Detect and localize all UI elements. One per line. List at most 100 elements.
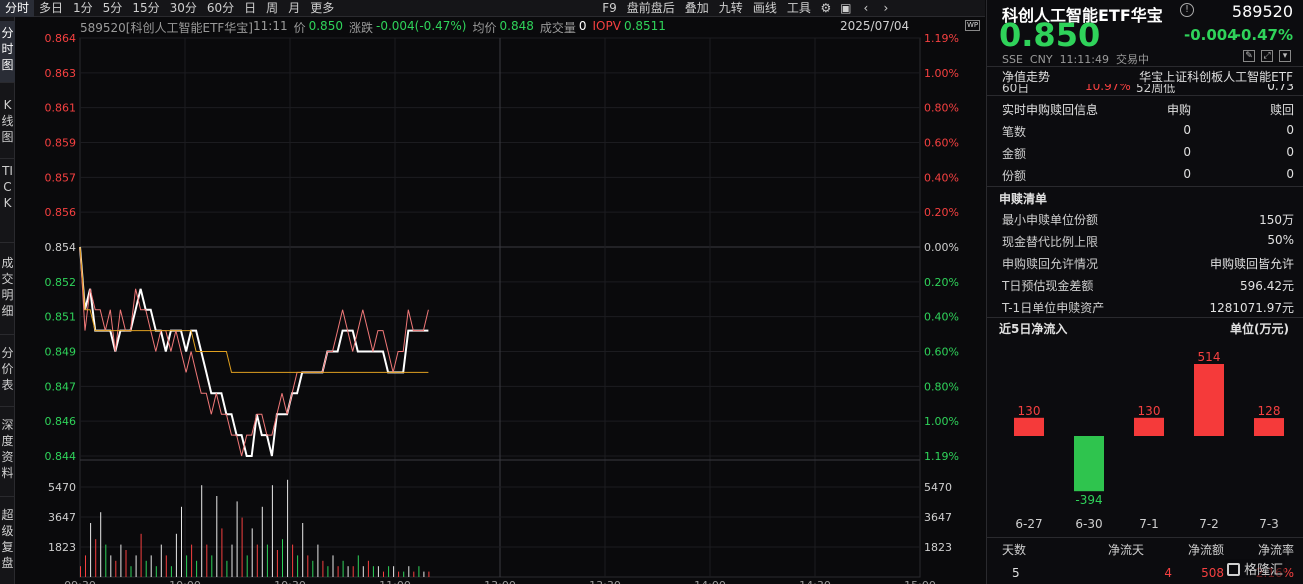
volume-bar xyxy=(372,566,374,577)
pct-tick-label: 0.20% xyxy=(924,206,959,219)
iopv-label: IOPV xyxy=(592,19,621,33)
tab-week[interactable]: 周 xyxy=(261,0,283,17)
volume-bar xyxy=(357,555,359,577)
volume-bar xyxy=(105,544,107,577)
edit-icon[interactable]: ✎ xyxy=(1243,50,1255,62)
tab-more[interactable]: 更多 xyxy=(305,0,339,17)
pct-tick-label: 1.00% xyxy=(924,67,959,80)
inflow-bar xyxy=(1074,436,1104,492)
info-icon[interactable]: ! xyxy=(1180,3,1194,17)
avg-label: 均价 xyxy=(472,21,497,35)
volume-bar xyxy=(191,544,193,577)
avg-price-line xyxy=(79,246,429,373)
subscription-header: 实时申购赎回信息 申购 赎回 xyxy=(987,97,1303,119)
inflow-value-label: 514 xyxy=(1198,350,1221,364)
row-label: 笔数 xyxy=(1002,125,1027,139)
volume-bar xyxy=(100,512,102,577)
volume-bar xyxy=(211,555,213,577)
volume-bar xyxy=(241,517,243,577)
partial-row: 60日 10.97% 52周低 0.73 xyxy=(987,84,1303,93)
premarket-button[interactable]: 盘前盘后 xyxy=(622,0,680,17)
volume-bar xyxy=(181,506,182,577)
volume-bar xyxy=(226,560,228,577)
volume-bar xyxy=(292,544,294,577)
chevron-right-icon[interactable]: › xyxy=(876,1,896,15)
volume-bar xyxy=(160,544,162,577)
volume-bar xyxy=(317,544,319,577)
quote-change-pct: -0.47% xyxy=(1234,26,1293,44)
volume-tick-label: 1823 xyxy=(924,541,952,554)
volume-bar xyxy=(332,555,334,577)
volume-bar xyxy=(342,560,344,577)
partial-row-label2: 52周低 xyxy=(1136,84,1176,93)
layout-icon[interactable]: ▣ xyxy=(836,1,856,15)
list-label: T-1日单位申赎资产 xyxy=(1002,301,1105,315)
time-tick-label: 09:30 xyxy=(64,579,96,584)
col-subscribe: 申购 xyxy=(1166,103,1191,117)
price-tick-label: 0.861 xyxy=(45,102,77,115)
tab-month[interactable]: 月 xyxy=(283,0,305,17)
wp-badge[interactable]: WP xyxy=(965,20,981,31)
volume-bar xyxy=(206,544,208,577)
inflow-value-label: -394 xyxy=(1075,493,1102,507)
currency: CNY xyxy=(1029,53,1053,66)
volume-bar xyxy=(287,479,289,577)
volume-bar xyxy=(423,571,425,577)
inflow-value-label: 130 xyxy=(1018,404,1041,418)
header-days-inflow: 净流天 xyxy=(1107,543,1144,557)
time-tick-label: 11:00 xyxy=(379,579,411,584)
volume-bar xyxy=(175,533,177,577)
volume-bar xyxy=(246,555,248,577)
intraday-chart[interactable]: 0.864 1.19% 0.863 1.00% 0.861 0.80% 0.859 0.60%… xyxy=(0,17,985,584)
volume-bar xyxy=(231,544,233,577)
draw-line-button[interactable]: 画线 xyxy=(748,0,782,17)
volume-tick-label: 5470 xyxy=(48,481,76,494)
row-days: 5 xyxy=(1012,566,1020,580)
nine-turn-button[interactable]: 九转 xyxy=(714,0,748,17)
tab-day[interactable]: 日 xyxy=(239,0,261,17)
list-title: 申赎清单 xyxy=(999,192,1048,206)
inflow-date-label: 7-2 xyxy=(1199,517,1219,531)
list-label: 申购赎回允许情况 xyxy=(1002,257,1099,271)
overlay-button[interactable]: 叠加 xyxy=(680,0,714,17)
volume-bar xyxy=(413,571,415,577)
time-tick-label: 10:30 xyxy=(274,579,306,584)
inflow-date-label: 6-27 xyxy=(1015,517,1042,531)
tab-15min[interactable]: 15分 xyxy=(127,0,164,17)
price-value: 0.850 xyxy=(308,19,343,33)
volume-bar xyxy=(307,555,309,577)
list-label: 最小申赎单位份额 xyxy=(1002,213,1099,227)
pct-tick-label: 0.60% xyxy=(924,137,959,150)
tab-5min[interactable]: 5分 xyxy=(98,0,128,17)
partial-row-value: 10.97% xyxy=(1085,84,1131,93)
pct-tick-label: 1.00% xyxy=(924,415,959,428)
f9-button[interactable]: F9 xyxy=(597,0,622,17)
nav-trend-label[interactable]: 净值走势 xyxy=(1002,68,1050,85)
tab-30min[interactable]: 30分 xyxy=(165,0,202,17)
expand-icon[interactable]: ⤢ xyxy=(1261,50,1273,62)
inflow-bar xyxy=(1014,417,1044,436)
price-tick-label: 0.854 xyxy=(45,241,77,254)
tab-1min[interactable]: 1分 xyxy=(68,0,98,17)
inflow-bar xyxy=(1134,417,1164,436)
volume-bar xyxy=(297,555,299,577)
tab-intraday[interactable]: 分时 xyxy=(0,0,35,17)
partial-row-value2: 0.73 xyxy=(1267,84,1294,93)
price-tick-label: 0.849 xyxy=(45,346,77,359)
list-value: 申购赎回皆允许 xyxy=(1209,257,1294,271)
settings-icon[interactable]: ⚙ xyxy=(816,1,836,15)
pct-tick-label: 0.60% xyxy=(924,346,959,359)
volume-tick-label: 3647 xyxy=(48,511,76,524)
tools-button[interactable]: 工具 xyxy=(782,0,816,17)
tab-multi-day[interactable]: 多日 xyxy=(34,0,68,17)
collapse-icon[interactable]: ▾ xyxy=(1279,50,1291,62)
volume-value: 0 xyxy=(578,19,587,33)
list-item: T-1日单位申赎资产 1281071.97元 xyxy=(987,295,1303,317)
inflow-date-label: 7-1 xyxy=(1139,517,1159,531)
tab-60min[interactable]: 60分 xyxy=(202,0,239,17)
volume-bar xyxy=(236,501,238,577)
chevron-left-icon[interactable]: ‹ xyxy=(856,1,876,15)
change-label: 涨跌 xyxy=(348,21,373,35)
chart-date: 2025/07/04 xyxy=(840,19,910,33)
row-red: 0 xyxy=(1286,145,1294,159)
